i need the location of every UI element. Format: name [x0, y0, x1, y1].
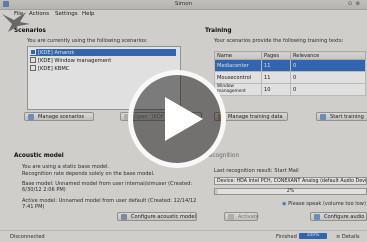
- play-button[interactable]: [128, 70, 226, 168]
- simon-window: Simon ⊙⊗ File Actions Settings Help Scen…: [0, 0, 367, 242]
- play-icon: [165, 97, 203, 141]
